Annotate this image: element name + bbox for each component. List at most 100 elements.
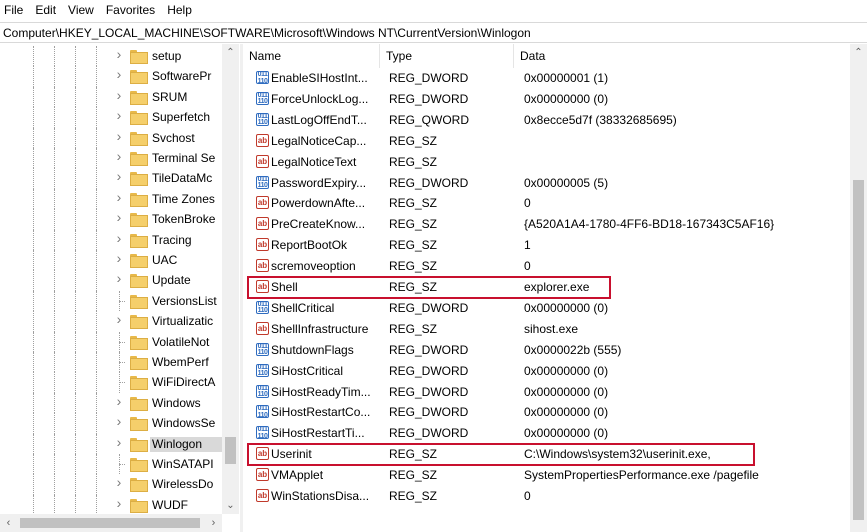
- chevron-right-icon[interactable]: ›: [114, 414, 124, 428]
- tree-item[interactable]: › Time Zones: [0, 188, 222, 210]
- tree-item[interactable]: › UAC: [0, 250, 222, 271]
- value-row[interactable]: ab PowerdownAfte... REG_SZ 0: [243, 193, 850, 214]
- column-data-header[interactable]: Data: [514, 44, 850, 68]
- value-row[interactable]: ab VMApplet REG_SZ SystemPropertiesPerforma…: [243, 465, 850, 486]
- string-value-icon: ab: [256, 217, 269, 231]
- menu-file[interactable]: File: [0, 0, 29, 21]
- tree-item[interactable]: WiFiDirectA: [0, 372, 222, 393]
- tree-vertical-scrollbar[interactable]: ⌃ ⌄: [222, 44, 239, 514]
- tree-guide-line: [54, 107, 55, 128]
- chevron-right-icon[interactable]: ›: [114, 88, 124, 102]
- value-row[interactable]: ab ReportBootOk REG_SZ 1: [243, 235, 850, 256]
- menu-edit[interactable]: Edit: [29, 0, 62, 21]
- column-type-header[interactable]: Type: [380, 44, 514, 68]
- scroll-down-arrow-icon[interactable]: ⌄: [222, 497, 239, 514]
- chevron-right-icon[interactable]: ›: [114, 108, 124, 122]
- tree-pane[interactable]: › setup › SoftwarePr › SRUM › Superfetch › Svchos…: [0, 44, 240, 532]
- tree-item-label: Tracing: [152, 232, 192, 247]
- value-row[interactable]: ab WinStationsDisa... REG_SZ 0: [243, 486, 850, 507]
- value-row[interactable]: ab Userinit REG_SZ C:\Windows\system32\user…: [243, 444, 850, 465]
- scroll-left-arrow-icon[interactable]: ‹: [0, 514, 17, 532]
- chevron-right-icon[interactable]: ›: [114, 129, 124, 143]
- chevron-right-icon[interactable]: ›: [114, 47, 124, 61]
- chevron-right-icon[interactable]: ›: [114, 251, 124, 265]
- tree-item[interactable]: WbemPerf: [0, 352, 222, 373]
- tree-item[interactable]: › WindowsSe: [0, 413, 222, 434]
- chevron-right-icon[interactable]: ›: [114, 67, 124, 81]
- chevron-right-icon[interactable]: ›: [114, 190, 124, 204]
- tree-item[interactable]: › SRUM: [0, 86, 222, 108]
- column-name-header[interactable]: Name: [243, 44, 380, 68]
- values-pane[interactable]: Name Type Data 011 110 EnableSIHostInt... R…: [243, 44, 867, 532]
- chevron-right-icon[interactable]: ›: [114, 475, 124, 489]
- scroll-up-arrow-icon[interactable]: ⌃: [222, 44, 239, 61]
- address-bar[interactable]: Computer\HKEY_LOCAL_MACHINE\SOFTWARE\Mic…: [0, 22, 867, 43]
- chevron-right-icon[interactable]: ›: [114, 271, 124, 285]
- chevron-right-icon[interactable]: ›: [114, 435, 124, 449]
- value-data: 0x00000001 (1): [524, 71, 609, 85]
- values-scroll-thumb[interactable]: [853, 180, 864, 520]
- value-row[interactable]: ab LegalNoticeText REG_SZ: [243, 152, 850, 173]
- value-row[interactable]: 011 110 SiHostRestartTi... REG_DWORD 0x00000…: [243, 423, 850, 444]
- value-row[interactable]: 011 110 ForceUnlockLog... REG_DWORD 0x000000…: [243, 89, 850, 110]
- tree-item[interactable]: › Superfetch: [0, 107, 222, 128]
- menu-view[interactable]: View: [62, 0, 100, 21]
- tree-item[interactable]: › SoftwarePr: [0, 66, 222, 87]
- value-row[interactable]: 011 110 PasswordExpiry... REG_DWORD 0x000000…: [243, 173, 850, 194]
- value-row[interactable]: ab LegalNoticeCap... REG_SZ: [243, 131, 850, 152]
- values-vertical-scrollbar[interactable]: ⌃: [850, 44, 867, 532]
- scroll-right-arrow-icon[interactable]: ›: [205, 514, 222, 532]
- value-row[interactable]: 011 110 ShellCritical REG_DWORD 0x00000000 (…: [243, 298, 850, 319]
- value-row[interactable]: 011 110 ShutdownFlags REG_DWORD 0x0000022b (…: [243, 340, 850, 361]
- tree-item[interactable]: WinSATAPI: [0, 454, 222, 475]
- tree-item[interactable]: › TokenBroke: [0, 209, 222, 230]
- value-row[interactable]: ab ShellInfrastructure REG_SZ sihost.exe: [243, 319, 850, 340]
- tree-item[interactable]: › Update: [0, 270, 222, 291]
- value-row[interactable]: ab scremoveoption REG_SZ 0: [243, 256, 850, 277]
- chevron-right-icon[interactable]: ›: [114, 169, 124, 183]
- tree-item[interactable]: › Svchost: [0, 127, 222, 148]
- tree-item[interactable]: › Virtualizatic: [0, 311, 222, 332]
- tree-item[interactable]: › Terminal Se: [0, 148, 222, 169]
- tree-item[interactable]: › WUDF: [0, 494, 222, 516]
- chevron-right-icon[interactable]: ›: [114, 312, 124, 326]
- menu-help[interactable]: Help: [161, 0, 198, 21]
- chevron-right-icon[interactable]: ›: [114, 394, 124, 408]
- tree-item[interactable]: › Winlogon: [0, 433, 222, 454]
- tree-guide-line: [96, 352, 97, 373]
- chevron-right-icon[interactable]: ›: [114, 210, 124, 224]
- folder-icon: [130, 274, 148, 289]
- value-row[interactable]: ab PreCreateKnow... REG_SZ {A520A1A4-1780-4…: [243, 214, 850, 235]
- tree-guide-line: [54, 331, 55, 352]
- tree-guide-line: [96, 392, 97, 414]
- tree-guide-line: [75, 372, 76, 393]
- tree-item[interactable]: › setup: [0, 46, 222, 67]
- tree-item[interactable]: › TileDataMc: [0, 168, 222, 189]
- tree-item[interactable]: › Tracing: [0, 229, 222, 250]
- value-row[interactable]: 011 110 SiHostReadyTim... REG_DWORD 0x000000…: [243, 382, 850, 403]
- chevron-right-icon[interactable]: ›: [114, 496, 124, 510]
- tree-item[interactable]: VolatileNot: [0, 331, 222, 352]
- value-row[interactable]: ab Shell REG_SZ explorer.exe: [243, 277, 850, 298]
- tree-item-label: Svchost: [152, 130, 195, 145]
- value-row[interactable]: 011 110 EnableSIHostInt... REG_DWORD 0x00000…: [243, 68, 850, 89]
- tree-item[interactable]: › WirelessDo: [0, 474, 222, 495]
- value-data: 0x00000000 (0): [524, 405, 609, 420]
- address-path: Computer\HKEY_LOCAL_MACHINE\SOFTWARE\Mic…: [3, 25, 531, 40]
- value-row[interactable]: 011 110 SiHostRestartCo... REG_DWORD 0x00000…: [243, 402, 850, 423]
- menu-favorites[interactable]: Favorites: [100, 0, 161, 21]
- tree-horizontal-scrollbar[interactable]: ‹ ›: [0, 514, 222, 532]
- chevron-right-icon[interactable]: ›: [114, 231, 124, 245]
- scroll-up-arrow-icon[interactable]: ⌃: [850, 44, 867, 61]
- value-row[interactable]: 011 110 SiHostCritical REG_DWORD 0x00000000 …: [243, 361, 850, 382]
- string-value-icon: ab: [256, 468, 269, 482]
- tree-item[interactable]: VersionsList: [0, 290, 222, 312]
- tree-item[interactable]: › Windows: [0, 392, 222, 414]
- tree-guide-line: [75, 290, 76, 312]
- tree-guide-line: [54, 66, 55, 87]
- value-type: REG_DWORD: [389, 71, 469, 85]
- tree-hscroll-thumb[interactable]: [20, 518, 200, 528]
- chevron-right-icon[interactable]: ›: [114, 149, 124, 163]
- value-row[interactable]: 011 110 LastLogOffEndT... REG_QWORD 0x8ecce5…: [243, 110, 850, 131]
- tree-scroll-thumb[interactable]: [225, 437, 236, 464]
